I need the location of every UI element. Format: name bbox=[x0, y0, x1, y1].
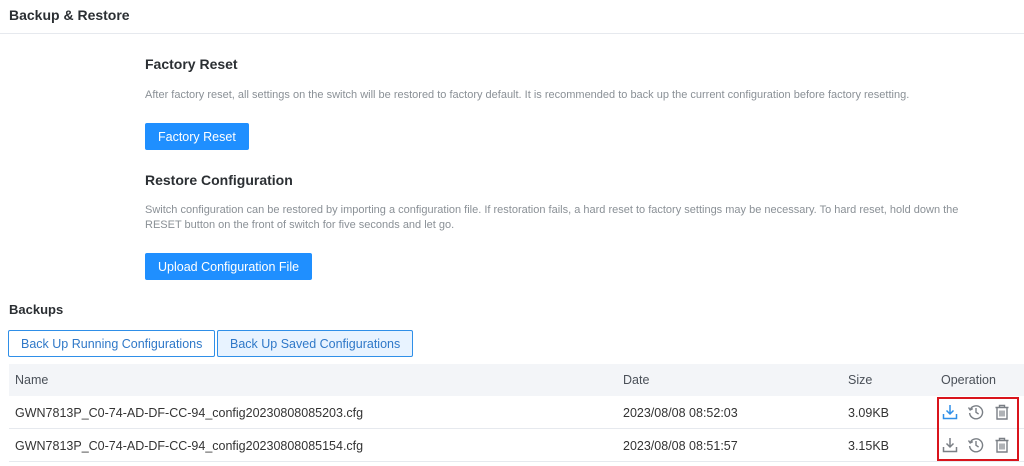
restore-description-line2: RESET button on the front of switch for … bbox=[145, 219, 455, 231]
column-header-date: Date bbox=[623, 373, 650, 387]
back-up-running-configurations-button[interactable]: Back Up Running Configurations bbox=[8, 330, 216, 357]
page-header: Backup & Restore bbox=[0, 0, 1024, 34]
restore-configuration-title: Restore Configuration bbox=[145, 172, 293, 188]
table-row: GWN7813P_C0-74-AD-DF-CC-94_config2023080… bbox=[9, 396, 1024, 429]
column-header-name: Name bbox=[15, 373, 49, 387]
row-date: 2023/08/08 08:51:57 bbox=[623, 439, 738, 453]
row-size: 3.09KB bbox=[848, 406, 890, 420]
restore-description-line1: Switch configuration can be restored by … bbox=[145, 204, 959, 216]
row-size: 3.15KB bbox=[848, 439, 890, 453]
factory-reset-button[interactable]: Factory Reset bbox=[145, 123, 249, 150]
operations-highlight-box bbox=[937, 397, 1019, 461]
factory-reset-description: After factory reset, all settings on the… bbox=[145, 89, 910, 101]
page-title: Backup & Restore bbox=[9, 7, 130, 23]
row-filename: GWN7813P_C0-74-AD-DF-CC-94_config2023080… bbox=[15, 406, 364, 420]
factory-reset-title: Factory Reset bbox=[145, 56, 238, 72]
backups-table: Name Date Size Operation GWN7813P_C0-74-… bbox=[9, 364, 1024, 462]
row-date: 2023/08/08 08:52:03 bbox=[623, 406, 738, 420]
column-header-operation: Operation bbox=[941, 373, 996, 387]
back-up-saved-configurations-button[interactable]: Back Up Saved Configurations bbox=[217, 330, 414, 357]
row-filename: GWN7813P_C0-74-AD-DF-CC-94_config2023080… bbox=[15, 439, 364, 453]
table-header: Name Date Size Operation bbox=[9, 364, 1024, 396]
column-header-size: Size bbox=[848, 373, 873, 387]
upload-configuration-file-button[interactable]: Upload Configuration File bbox=[145, 253, 313, 280]
table-row: GWN7813P_C0-74-AD-DF-CC-94_config2023080… bbox=[9, 429, 1024, 462]
backups-label: Backups bbox=[9, 302, 64, 317]
